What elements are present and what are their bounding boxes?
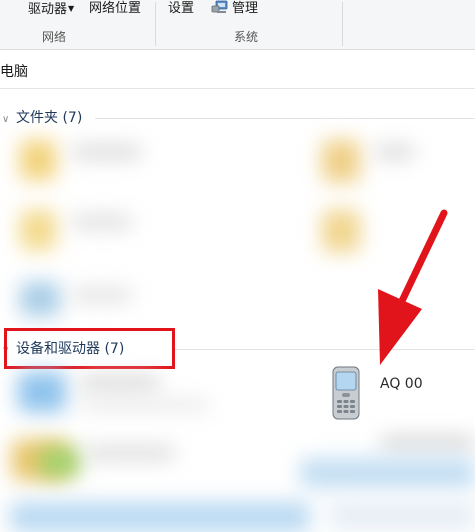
- drive-usage-bar: [330, 500, 475, 530]
- folder-icon[interactable]: [20, 140, 56, 180]
- system-group-label: 系统: [234, 30, 259, 44]
- settings-button[interactable]: 设置: [168, 0, 194, 18]
- highlight-box: [4, 328, 175, 369]
- drive-usage-bar: [10, 502, 310, 532]
- folders-section-label: 文件夹 (7): [16, 110, 83, 126]
- drive-usage-bar: [80, 400, 210, 410]
- manage-button-label: 管理: [232, 1, 259, 16]
- folder-icon[interactable]: [322, 210, 360, 252]
- red-arrow-icon: [378, 209, 448, 365]
- drive-label: [380, 436, 475, 450]
- folder-label: [72, 215, 132, 229]
- address-bar[interactable]: 电脑: [0, 55, 475, 89]
- folder-icon[interactable]: [322, 140, 360, 182]
- section-divider: [95, 118, 475, 119]
- drive-button-label: 驱动器: [28, 2, 68, 17]
- network-location-button[interactable]: 网络位置: [89, 0, 141, 18]
- address-path: 电脑: [0, 64, 28, 80]
- folder-label: [72, 145, 142, 159]
- drive-usage-bar: [300, 458, 475, 488]
- chevron-down-icon: ∨: [2, 114, 10, 125]
- folder-icon[interactable]: [20, 282, 60, 316]
- drive-label: [80, 376, 160, 390]
- drive-icon[interactable]: [18, 372, 66, 412]
- dropdown-caret-icon: ▼: [68, 4, 75, 13]
- drive-icon: [40, 448, 80, 476]
- computer-manage-icon: [211, 0, 228, 13]
- folders-section-header[interactable]: ∨ 文件夹 (7): [0, 108, 82, 128]
- manage-button[interactable]: 管理: [211, 0, 258, 18]
- drive-button[interactable]: 驱动器▼: [28, 0, 74, 18]
- phone-device-label: AQ 00: [380, 376, 423, 392]
- drive-label: [85, 446, 175, 460]
- folder-label: [72, 288, 132, 302]
- ribbon: 驱动器▼ 网络位置 设置 管理 网络 系统: [0, 0, 475, 50]
- ribbon-group-divider: [155, 2, 156, 46]
- folder-label: [375, 145, 415, 159]
- network-group-label: 网络: [42, 30, 67, 44]
- ribbon-group-divider: [342, 2, 343, 46]
- mobile-phone-icon[interactable]: [331, 366, 361, 420]
- folder-icon[interactable]: [20, 210, 56, 250]
